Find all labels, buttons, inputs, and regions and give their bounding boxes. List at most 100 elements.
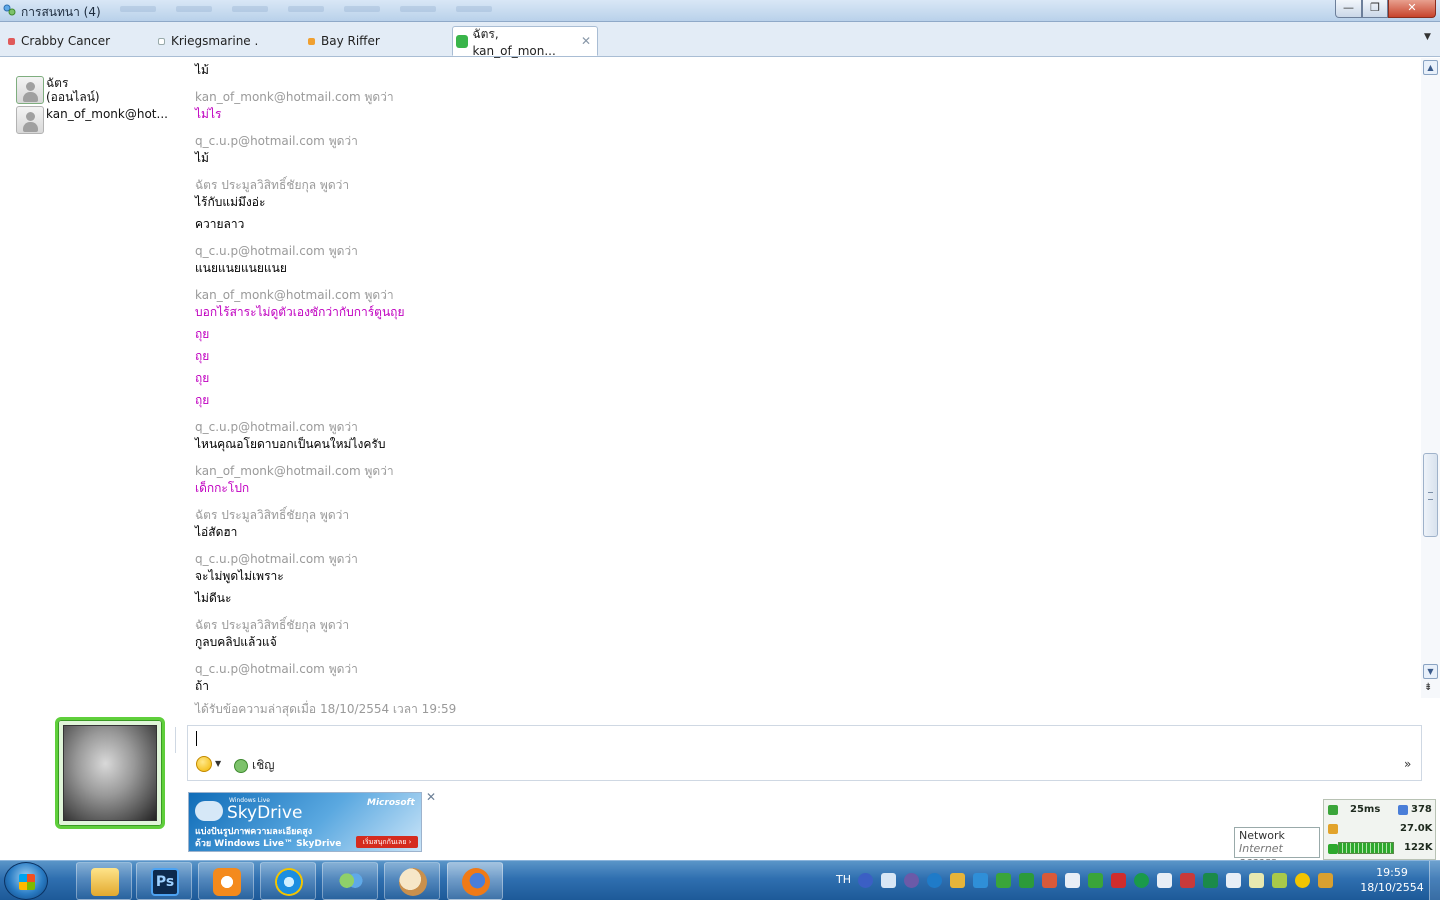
download-value: 122K <box>1404 842 1433 853</box>
message-input[interactable]: ▼ เชิญ » <box>187 725 1422 781</box>
smiley-icon[interactable] <box>196 756 212 772</box>
maximize-button[interactable]: ❐ <box>1362 0 1388 18</box>
sender-line: ฉัตร ประมูลวิสิทธิ์ชัยกุล พูดว่า <box>195 508 350 522</box>
sender-line: kan_of_monk@hotmail.com พูดว่า <box>195 464 394 478</box>
message-text: ถ้า <box>195 679 210 693</box>
tray-wireless-icon[interactable] <box>1203 873 1218 888</box>
messenger-icon <box>337 868 365 896</box>
emoticon-dropdown-icon[interactable]: ▼ <box>215 759 221 768</box>
tab-label: Bay Riffer <box>321 34 380 48</box>
ad-line-2: ด้วย Windows Live™ SkyDrive <box>195 839 342 849</box>
tray-alert-icon[interactable] <box>1180 873 1195 888</box>
taskbar: Ps TH 19:59 18/10/2554 <box>0 860 1440 901</box>
message-text: จะไม่พูดไม่เพราะ <box>195 569 284 583</box>
taskbar-internet-explorer[interactable] <box>260 862 316 900</box>
contact-online-icon <box>16 76 44 104</box>
paint-icon <box>399 868 427 896</box>
skydrive-ad-banner[interactable]: Windows Live Microsoft SkyDrive แบ่งปันร… <box>188 792 422 852</box>
window-title: การสนทนา (4) <box>21 5 101 19</box>
volume-icon[interactable] <box>1065 873 1080 888</box>
sender-line: q_c.u.p@hotmail.com พูดว่า <box>195 244 358 258</box>
conversation-history: ไม้ kan_of_monk@hotmail.com พูดว่า ไม่ไร… <box>180 58 1420 718</box>
ovi-icon[interactable] <box>1088 873 1103 888</box>
my-display-picture[interactable] <box>55 717 165 829</box>
taskbar-firefox[interactable] <box>447 862 503 900</box>
help-icon[interactable] <box>858 873 873 888</box>
show-desktop-button[interactable] <box>1429 861 1440 901</box>
clock-date: 18/10/2554 <box>1360 881 1424 894</box>
message-text: ไม้ <box>195 63 209 77</box>
invite-button[interactable]: เชิญ <box>234 756 274 775</box>
minimize-button[interactable]: — <box>1335 0 1362 18</box>
tray-tool-icon[interactable] <box>1318 873 1333 888</box>
tray-smiley-icon[interactable] <box>1295 873 1310 888</box>
tab-bay-riffer[interactable]: Bay Riffer <box>308 26 380 56</box>
nvidia-icon[interactable] <box>1019 873 1034 888</box>
sender-line: q_c.u.p@hotmail.com พูดว่า <box>195 420 358 434</box>
network-icon[interactable] <box>1157 873 1172 888</box>
taskbar-media-player[interactable] <box>198 862 254 900</box>
close-ad-icon[interactable]: ✕ <box>426 790 436 804</box>
action-center-flag-icon[interactable] <box>1226 873 1241 888</box>
sender-line: q_c.u.p@hotmail.com พูดว่า <box>195 134 358 148</box>
tab-kriegsmarine[interactable]: Kriegsmarine . <box>158 26 258 56</box>
sender-line: ฉัตร ประมูลวิสิทธิ์ชัยกุล พูดว่า <box>195 178 350 192</box>
tray-refresh-icon[interactable] <box>927 873 942 888</box>
connection-count: 378 <box>1411 804 1432 815</box>
tab-list-dropdown-icon[interactable]: ▼ <box>1424 32 1431 42</box>
sender-line: q_c.u.p@hotmail.com พูดว่า <box>195 552 358 566</box>
taskbar-paint[interactable] <box>384 862 440 900</box>
internet-explorer-icon <box>275 868 303 896</box>
message-text: ไอ่สัดฮา <box>195 525 238 539</box>
airplane-icon[interactable] <box>1249 873 1264 888</box>
message-text: ไม่ไร <box>195 107 222 121</box>
tray-arrows-icon[interactable] <box>881 873 896 888</box>
close-tab-icon[interactable]: ✕ <box>581 34 591 48</box>
system-clock[interactable]: 19:59 18/10/2554 <box>1360 865 1424 895</box>
tray-sync-icon[interactable] <box>996 873 1011 888</box>
tray-contacts-icon[interactable] <box>950 873 965 888</box>
network-tooltip: Network Internet access <box>1234 827 1320 868</box>
ad-product: SkyDrive <box>227 803 303 823</box>
scroll-thumb[interactable] <box>1423 453 1438 537</box>
taskbar-messenger[interactable] <box>322 862 378 900</box>
security-shield-icon[interactable] <box>1111 873 1126 888</box>
tab-group-conversation[interactable]: ฉัตร, kan_of_mon... ✕ <box>452 26 598 58</box>
participant-item[interactable]: ฉัตร (ออนไลน์) <box>16 76 100 104</box>
ping-value: 25ms <box>1350 804 1381 815</box>
invite-label: เชิญ <box>252 758 275 772</box>
window-titlebar: การสนทนา (4) — ❐ ✕ <box>0 0 1440 22</box>
network-meter-gadget[interactable]: 25ms 378 27.0K 122K <box>1323 799 1436 860</box>
taskbar-photoshop[interactable]: Ps <box>136 862 192 900</box>
language-indicator[interactable]: TH <box>836 873 851 886</box>
invite-contact-icon <box>234 758 248 773</box>
message-text: ไหนคุณอโยดาบอกเป็นคนใหม่ไงครับ <box>195 437 386 451</box>
ad-brand-ms: Microsoft <box>367 798 415 808</box>
expand-history-icon[interactable]: ⇟ <box>1424 682 1432 693</box>
windows-logo-icon <box>19 874 35 890</box>
mute-speaker-icon[interactable] <box>1042 873 1057 888</box>
taskbar-explorer[interactable] <box>76 862 132 900</box>
status-away-icon <box>308 37 315 45</box>
tab-crabby-cancer[interactable]: Crabby Cancer <box>8 26 110 56</box>
participant-list: ฉัตร (ออนไลน์) kan_of_monk@hot... <box>0 58 180 718</box>
clock-time: 19:59 <box>1376 866 1408 879</box>
last-received-notice: ได้รับข้อความล่าสุดเมื่อ 18/10/2554 เวลา… <box>195 702 457 716</box>
participant-item[interactable]: kan_of_monk@hot... <box>16 106 168 134</box>
tray-arrow-icon[interactable] <box>1272 873 1287 888</box>
tray-monitor-icon[interactable] <box>973 873 988 888</box>
display-picture-photo <box>63 725 157 821</box>
close-window-button[interactable]: ✕ <box>1388 0 1436 18</box>
messenger-app-icon <box>3 4 16 16</box>
more-options-button[interactable]: » <box>1404 757 1411 771</box>
scroll-up-icon[interactable]: ▲ <box>1423 60 1438 75</box>
scroll-down-icon[interactable]: ▼ <box>1423 664 1438 679</box>
message-text: ถุย <box>195 393 210 407</box>
utorrent-icon[interactable] <box>1134 873 1149 888</box>
start-button[interactable] <box>4 862 48 900</box>
ad-cta-button[interactable]: เริ่มสนุกกันเลย › <box>356 836 418 848</box>
sender-line: kan_of_monk@hotmail.com พูดว่า <box>195 90 394 104</box>
participant-name: ฉัตร <box>46 76 69 90</box>
tray-app-icon[interactable] <box>904 873 919 888</box>
conversation-scrollbar[interactable]: ▲ ▼ <box>1421 58 1440 698</box>
